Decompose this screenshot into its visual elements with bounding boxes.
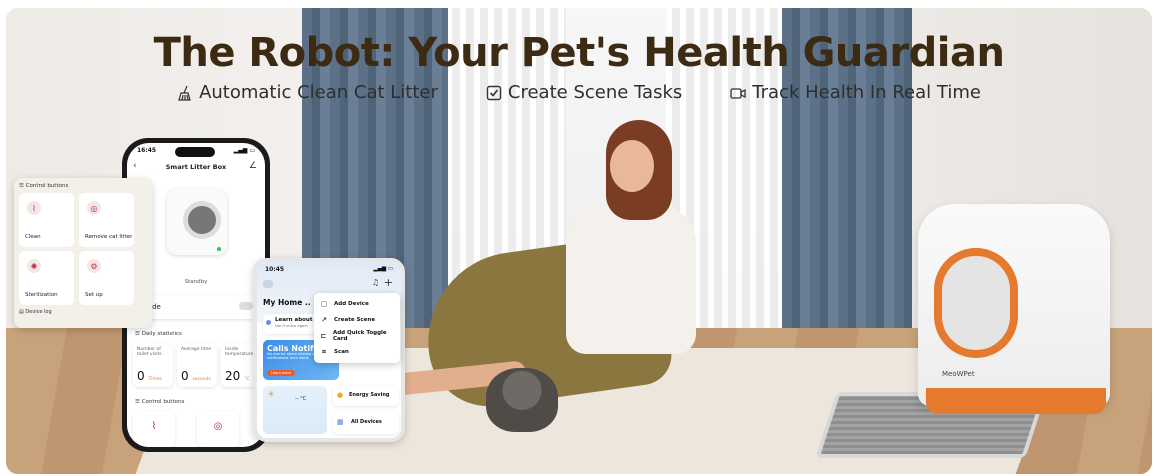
learn-more-button[interactable]: Learn more (267, 370, 295, 376)
menu-label: Add Device (334, 301, 369, 307)
clean-button[interactable]: ⌇ Clean (19, 193, 74, 247)
feature-clean: Automatic Clean Cat Litter (177, 82, 438, 103)
remove-icon: ◎ (87, 201, 101, 215)
remove-icon: ◎ (213, 421, 223, 432)
energy-icon: ● (337, 391, 344, 399)
stat-label: Average time (181, 347, 212, 352)
phone-title: Smart Litter Box (165, 163, 227, 171)
grid-icon: ▦ (337, 418, 344, 426)
scene-icon: ↗ (321, 316, 327, 324)
remove-mini-button[interactable]: ◎ (197, 411, 239, 447)
menu-label: Create Scene (334, 317, 376, 323)
signal-battery-icon: ▂▄▆ ▭ (373, 266, 393, 272)
feature-label: Track Health In Real Time (752, 82, 981, 103)
device-icon: ▢ (320, 300, 328, 308)
weather-card: ☀ -- °C (263, 386, 327, 434)
robot-entrance-ring (934, 248, 1018, 358)
broom-icon: ⌇ (151, 421, 157, 432)
stat-label: Number of toilet visits (137, 347, 162, 358)
stat-visits: Number of toilet visits 0 Times (133, 343, 173, 387)
robot-logo: MeoWPet (942, 370, 975, 378)
button-label: Remove cat litter (85, 234, 133, 241)
woman-cardigan (566, 204, 696, 354)
all-devices-card[interactable]: ▦ All Devices (333, 412, 399, 434)
online-indicator (217, 247, 221, 251)
stat-average-time: Average time 0 seconds (177, 343, 217, 387)
menu-label: Add Quick Toggle Card (332, 330, 387, 342)
menu-item-add-quick-toggle-card[interactable]: ⊏ Add Quick Toggle Card (314, 328, 400, 344)
robot-base (926, 388, 1106, 414)
menu-item-create-scene[interactable]: ↗ Create Scene (314, 312, 400, 328)
menu-item-scan[interactable]: ⌗ Scan (314, 344, 400, 360)
gear-icon: ⚙ (87, 259, 101, 273)
video-camera-icon (730, 87, 746, 99)
button-label: Set up (85, 292, 103, 299)
menu-label: Scan (334, 349, 349, 355)
button-label: Sterilization (25, 292, 58, 299)
all-devices-label: All Devices (351, 419, 382, 425)
clean-mini-button[interactable]: ⌇ (133, 411, 175, 447)
sterilization-button[interactable]: ✺ Sterilization (19, 251, 74, 305)
control-buttons-card: ☰ Control buttons ⌇ Clean ◎ Remove cat l… (14, 178, 152, 328)
feature-list: Automatic Clean Cat Litter Create Scene … (6, 82, 1152, 103)
sterilize-icon: ✺ (27, 259, 41, 273)
feature-scene: Create Scene Tasks (486, 82, 682, 103)
woman-face (610, 140, 654, 192)
menu-item-add-device[interactable]: ▢ Add Device (314, 296, 400, 312)
energy-label: Energy Saving (349, 392, 390, 398)
button-label: Clean (25, 234, 41, 241)
bell-icon[interactable]: ♫ (372, 278, 379, 287)
signal-battery-icon: ▂▄▆ ▭ (233, 147, 255, 154)
scan-icon: ⌗ (322, 347, 326, 356)
sun-icon: ☀ (267, 390, 276, 400)
stat-value: 0 seconds (181, 369, 211, 383)
control-buttons-label: ☰ Control buttons (135, 399, 185, 405)
status-time: 10:45 (265, 266, 285, 273)
card-icon: ⊏ (320, 332, 327, 340)
energy-saving-card[interactable]: ● Energy Saving (333, 386, 399, 406)
daily-statistics-label: ☰ Daily statistics (135, 331, 182, 337)
add-menu: ▢ Add Device ↗ Create Scene ⊏ Add Quick … (314, 293, 400, 363)
edit-icon[interactable]: ∠ (249, 161, 257, 171)
temperature: -- °C (295, 396, 307, 402)
cat (486, 368, 558, 432)
info-icon (266, 320, 271, 325)
checkbox-icon (486, 85, 502, 100)
banner-title: The Robot: Your Pet's Health Guardian (153, 30, 1005, 76)
control-grid: ⌇ Clean ◎ Remove cat litter ✺ Sterilizat… (19, 193, 147, 305)
stat-value: 20 °C (225, 369, 250, 383)
feature-track: Track Health In Real Time (730, 82, 981, 103)
home-title[interactable]: My Home .. (263, 298, 311, 307)
device-log-link[interactable]: ▤ Device log (19, 309, 147, 315)
add-icon[interactable]: + (384, 276, 393, 289)
remove-cat-litter-button[interactable]: ◎ Remove cat litter (79, 193, 134, 247)
status-time: 16:45 (137, 147, 157, 154)
device-icon (263, 280, 273, 288)
device-image (167, 189, 227, 255)
mode-toggle[interactable] (239, 302, 253, 310)
broom-icon: ⌇ (27, 201, 41, 215)
feature-label: Create Scene Tasks (507, 82, 683, 103)
feature-label: Automatic Clean Cat Litter (199, 82, 438, 103)
phone-notch (175, 147, 215, 157)
card-title: ☰ Control buttons (19, 183, 69, 189)
set-up-button[interactable]: ⚙ Set up (79, 251, 134, 305)
stat-value: 0 Times (137, 369, 162, 383)
broom-icon (178, 85, 191, 101)
